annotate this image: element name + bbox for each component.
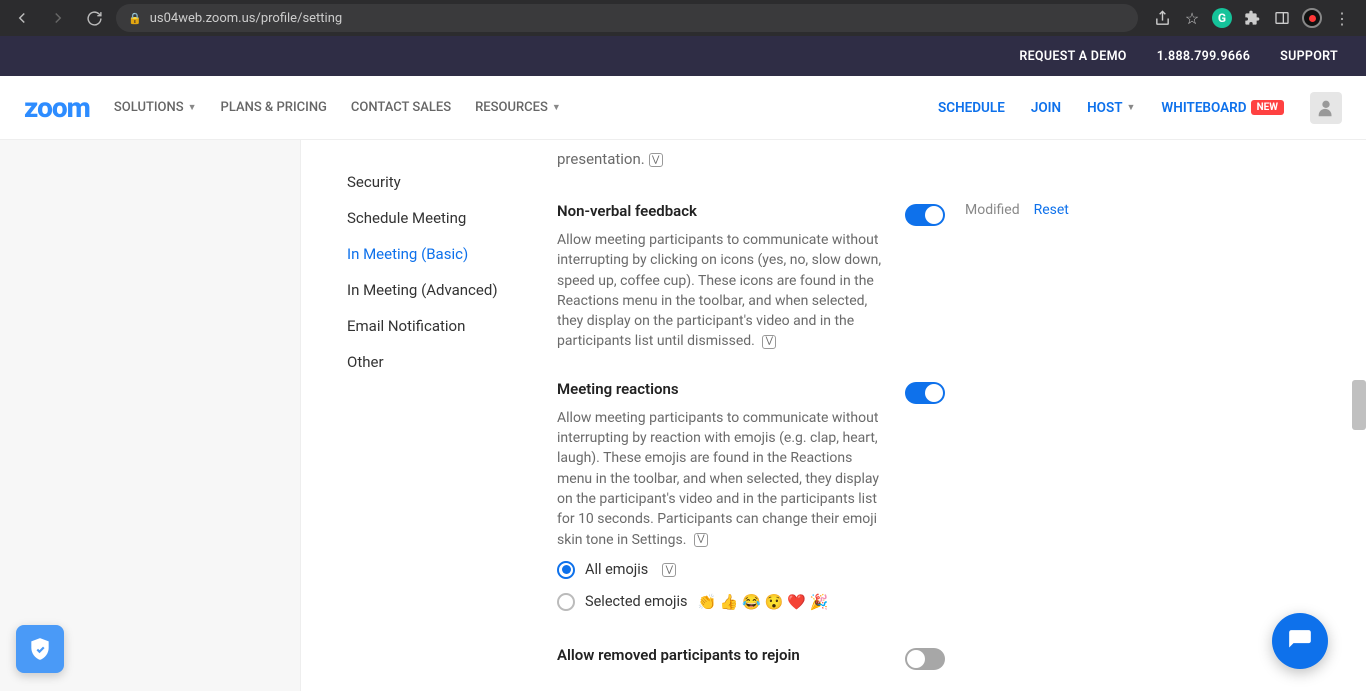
- nav-whiteboard[interactable]: WHITEBOARDNEW: [1161, 100, 1284, 116]
- setting-text: Non-verbal feedback Allow meeting partic…: [557, 202, 905, 352]
- panel-icon[interactable]: [1272, 8, 1292, 28]
- back-button[interactable]: [8, 4, 36, 32]
- setting-toggle-wrap: [905, 202, 965, 352]
- radio-selected-emojis[interactable]: Selected emojis 👏 👍 😂 😯 ❤️ 🎉: [557, 586, 885, 618]
- star-icon[interactable]: ☆: [1182, 8, 1202, 28]
- main-header: zoom SOLUTIONS▼ PLANS & PRICING CONTACT …: [0, 76, 1366, 140]
- nav-schedule[interactable]: SCHEDULE: [938, 100, 1005, 116]
- nav-host[interactable]: HOST▼: [1087, 100, 1135, 116]
- sidenav-email-notification[interactable]: Email Notification: [347, 308, 555, 344]
- reload-button[interactable]: [80, 4, 108, 32]
- info-icon[interactable]: ⋁: [649, 153, 663, 167]
- sidenav-schedule-meeting[interactable]: Schedule Meeting: [347, 200, 555, 236]
- radio-icon: [557, 561, 575, 579]
- request-demo-link[interactable]: REQUEST A DEMO: [1019, 49, 1126, 64]
- shield-fab[interactable]: [16, 625, 64, 673]
- nav-join[interactable]: JOIN: [1031, 100, 1061, 116]
- info-icon[interactable]: ⋁: [694, 533, 708, 547]
- setting-text: Allow removed participants to rejoin: [557, 646, 905, 674]
- setting-nonverbal-feedback: Non-verbal feedback Allow meeting partic…: [557, 184, 1336, 362]
- cutoff-prev-setting: presentation.⋁: [557, 150, 1336, 184]
- setting-title: Meeting reactions: [557, 380, 885, 398]
- emoji-preview: 👏 👍 😂 😯 ❤️ 🎉: [697, 593, 828, 611]
- utility-bar: REQUEST A DEMO 1.888.799.9666 SUPPORT: [0, 36, 1366, 76]
- content-wrap: Security Schedule Meeting In Meeting (Ba…: [0, 140, 1366, 691]
- sidenav-in-meeting-advanced[interactable]: In Meeting (Advanced): [347, 272, 555, 308]
- lock-icon: 🔒: [128, 12, 142, 25]
- setting-meeting-reactions: Meeting reactions Allow meeting particip…: [557, 362, 1336, 628]
- support-link[interactable]: SUPPORT: [1280, 49, 1338, 64]
- radio-all-emojis[interactable]: All emojis ⋁: [557, 554, 885, 586]
- nav-resources[interactable]: RESOURCES▼: [475, 100, 561, 115]
- setting-allow-rejoin: Allow removed participants to rejoin: [557, 628, 1336, 684]
- radio-label: All emojis: [585, 561, 648, 578]
- nav-solutions[interactable]: SOLUTIONS▼: [114, 100, 197, 115]
- setting-title: Allow removed participants to rejoin: [557, 646, 885, 664]
- extensions-icon[interactable]: [1242, 8, 1262, 28]
- nav-plans[interactable]: PLANS & PRICING: [221, 100, 327, 115]
- modified-label: Modified: [965, 202, 1020, 352]
- info-icon[interactable]: ⋁: [662, 563, 676, 577]
- new-badge: NEW: [1251, 100, 1284, 115]
- radio-label: Selected emojis: [585, 593, 687, 610]
- phone-link[interactable]: 1.888.799.9666: [1157, 49, 1250, 64]
- avatar[interactable]: [1310, 92, 1342, 124]
- chat-fab[interactable]: [1272, 613, 1328, 669]
- settings-panel: Security Schedule Meeting In Meeting (Ba…: [300, 140, 1366, 691]
- scrollbar-thumb[interactable]: [1352, 380, 1366, 430]
- url-bar[interactable]: 🔒 us04web.zoom.us/profile/setting: [116, 4, 1138, 32]
- url-text: us04web.zoom.us/profile/setting: [150, 11, 343, 26]
- info-icon[interactable]: ⋁: [762, 335, 776, 349]
- toggle-rejoin[interactable]: [905, 648, 945, 670]
- chevron-down-icon: ▼: [188, 102, 197, 113]
- setting-desc: Allow meeting participants to communicat…: [557, 230, 885, 352]
- toggle-reactions[interactable]: [905, 382, 945, 404]
- toggle-nonverbal[interactable]: [905, 204, 945, 226]
- sidenav-other[interactable]: Other: [347, 344, 555, 380]
- reactions-radio-group: All emojis ⋁ Selected emojis 👏 👍 😂 😯 ❤️ …: [557, 554, 885, 618]
- reset-link[interactable]: Reset: [1034, 202, 1069, 352]
- setting-meta: Modified Reset: [965, 202, 1069, 352]
- setting-text: Meeting reactions Allow meeting particip…: [557, 380, 905, 618]
- browser-chrome: 🔒 us04web.zoom.us/profile/setting ☆ G ⋮: [0, 0, 1366, 36]
- setting-title: Non-verbal feedback: [557, 202, 885, 220]
- share-icon[interactable]: [1152, 8, 1172, 28]
- setting-toggle-wrap: [905, 380, 965, 618]
- chevron-down-icon: ▼: [1127, 102, 1136, 113]
- browser-menu-icon[interactable]: ⋮: [1332, 8, 1352, 28]
- setting-toggle-wrap: [905, 646, 965, 674]
- left-spacer: [0, 140, 300, 691]
- setting-desc: Allow meeting participants to communicat…: [557, 408, 885, 550]
- zoom-logo[interactable]: zoom: [24, 91, 90, 124]
- record-icon[interactable]: [1302, 8, 1322, 28]
- chevron-down-icon: ▼: [552, 102, 561, 113]
- chrome-actions: ☆ G ⋮: [1146, 8, 1358, 28]
- nav-right: SCHEDULE JOIN HOST▼ WHITEBOARDNEW: [938, 92, 1342, 124]
- settings-sidenav: Security Schedule Meeting In Meeting (Ba…: [301, 140, 555, 691]
- nav-contact[interactable]: CONTACT SALES: [351, 100, 451, 115]
- grammarly-icon[interactable]: G: [1212, 8, 1232, 28]
- sidenav-security[interactable]: Security: [347, 164, 555, 200]
- sidenav-in-meeting-basic[interactable]: In Meeting (Basic): [347, 236, 555, 272]
- settings-body[interactable]: presentation.⋁ Non-verbal feedback Allow…: [555, 140, 1366, 691]
- forward-button[interactable]: [44, 4, 72, 32]
- radio-icon: [557, 593, 575, 611]
- nav-left: SOLUTIONS▼ PLANS & PRICING CONTACT SALES…: [114, 100, 561, 115]
